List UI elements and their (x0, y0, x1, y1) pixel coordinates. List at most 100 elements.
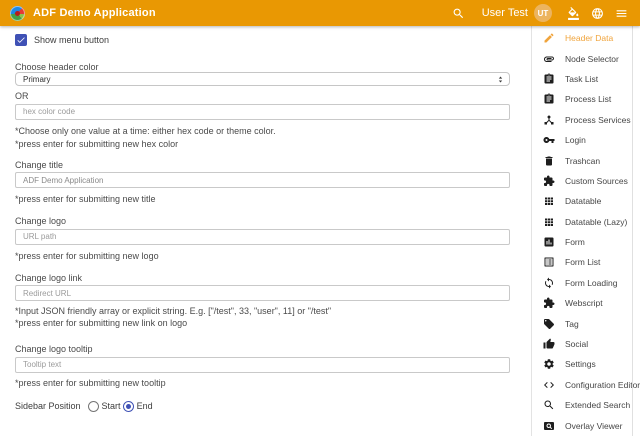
assignment-icon (543, 73, 555, 85)
sidebar-item-datatable-lazy[interactable]: Datatable (Lazy) (532, 212, 640, 232)
change-logo-link-label: Change logo link (15, 273, 510, 283)
select-stepper-icon (496, 74, 505, 85)
change-logo-label: Change logo (15, 216, 510, 226)
show-menu-checkbox[interactable] (15, 34, 27, 46)
sidebar-item-label: Form List (565, 257, 600, 267)
or-label: OR (15, 91, 510, 101)
settings-icon (543, 358, 555, 370)
hint-submit-title: *press enter for submitting new title (15, 194, 510, 204)
sidebar-position-end-label: End (137, 401, 153, 411)
view-module-icon (543, 195, 555, 207)
sidebar-item-label: Process List (565, 94, 611, 104)
sidebar-menu: Header Data Node Selector Task List Process… (531, 26, 640, 436)
assignment-icon (543, 93, 555, 105)
theme-color-fill-icon[interactable] (567, 7, 580, 20)
sidebar-item-form[interactable]: Form (532, 232, 640, 252)
sidebar-item-configuration-editor[interactable]: Configuration Editor (532, 375, 640, 395)
sidebar-item-extended-search[interactable]: Extended Search (532, 395, 640, 415)
app-logo-icon (10, 6, 25, 21)
delete-icon (543, 155, 555, 167)
app-window: ADF Demo Application User Test UT Show m… (0, 0, 640, 436)
search-icon[interactable] (452, 7, 465, 20)
sidebar-item-label: Social (565, 339, 588, 349)
change-logo-tooltip-input[interactable] (15, 357, 510, 373)
hint-one-value: *Choose only one value at a time: either… (15, 126, 510, 136)
edit-icon (543, 32, 555, 44)
hint-submit-link: *press enter for submitting new link on … (15, 318, 510, 328)
hint-submit-hex: *press enter for submitting new hex colo… (15, 139, 510, 149)
app-title: ADF Demo Application (33, 7, 156, 19)
sidebar-item-social[interactable]: Social (532, 334, 640, 354)
sidebar-item-label: Tag (565, 319, 579, 329)
sidebar-item-datatable[interactable]: Datatable (532, 191, 640, 211)
user-name: User Test (482, 7, 528, 19)
sidebar-item-trashcan[interactable]: Trashcan (532, 150, 640, 170)
sidebar-item-form-list[interactable]: Form List (532, 252, 640, 272)
sidebar-item-header-data[interactable]: Header Data (532, 28, 640, 48)
sidebar-position-start-label: Start (102, 401, 121, 411)
sidebar-item-label: Datatable (565, 196, 601, 206)
sidebar-item-custom-sources[interactable]: Custom Sources (532, 171, 640, 191)
code-icon (543, 379, 555, 391)
avatar[interactable]: UT (534, 4, 552, 22)
header-color-select[interactable]: Primary (15, 72, 510, 86)
poll-icon (543, 236, 555, 248)
sidebar-position-start-radio[interactable] (88, 401, 99, 412)
sidebar-position-label: Sidebar Position (15, 401, 81, 411)
sidebar-item-overlay-viewer[interactable]: Overlay Viewer (532, 415, 640, 435)
sidebar-item-process-services[interactable]: Process Services (532, 110, 640, 130)
sidebar-item-label: Overlay Viewer (565, 421, 622, 431)
sidebar-item-tag[interactable]: Tag (532, 313, 640, 333)
device-hub-icon (543, 114, 555, 126)
sidebar-item-label: Task List (565, 74, 598, 84)
sidebar-item-label: Login (565, 135, 586, 145)
sidebar-item-node-selector[interactable]: Node Selector (532, 48, 640, 68)
change-logo-tooltip-label: Change logo tooltip (15, 344, 510, 354)
loop-icon (543, 277, 555, 289)
hamburger-menu-icon[interactable] (615, 7, 628, 20)
sidebar-item-label: Settings (565, 359, 596, 369)
sidebar-item-label: Webscript (565, 298, 603, 308)
sidebar-item-label: Extended Search (565, 400, 630, 410)
sidebar-item-label: Node Selector (565, 54, 619, 64)
sidebar-item-label: Form Loading (565, 278, 617, 288)
sidebar-item-form-loading[interactable]: Form Loading (532, 273, 640, 293)
sidebar-item-login[interactable]: Login (532, 130, 640, 150)
sidebar-scrollbar[interactable] (632, 26, 633, 436)
language-globe-icon[interactable] (591, 7, 604, 20)
sidebar-position-row: Sidebar Position Start End (15, 400, 510, 413)
sidebar-item-process-list[interactable]: Process List (532, 89, 640, 109)
header-color-label: Choose header color (15, 62, 510, 72)
extension-icon (543, 297, 555, 309)
change-title-input[interactable] (15, 172, 510, 188)
thumb-up-icon (543, 338, 555, 350)
app-header: ADF Demo Application User Test UT (0, 0, 640, 26)
hint-submit-logo: *press enter for submitting new logo (15, 251, 510, 261)
list-alt-icon (543, 256, 555, 268)
pageview-icon (543, 420, 555, 432)
search-icon (543, 399, 555, 411)
change-logo-input[interactable] (15, 229, 510, 245)
local-offer-icon (543, 318, 555, 330)
extension-icon (543, 175, 555, 187)
sidebar-position-end-radio[interactable] (123, 401, 134, 412)
check-icon (16, 35, 26, 45)
change-title-label: Change title (15, 160, 510, 170)
sidebar-item-label: Form (565, 237, 585, 247)
sidebar-item-label: Datatable (Lazy) (565, 217, 627, 227)
app-body: Show menu button Choose header color Pri… (0, 26, 640, 436)
sidebar-item-task-list[interactable]: Task List (532, 69, 640, 89)
vpn-key-icon (543, 134, 555, 146)
hex-color-input[interactable] (15, 104, 510, 120)
sidebar-item-label: Process Services (565, 115, 631, 125)
sidebar-item-label: Configuration Editor (565, 380, 640, 390)
view-module-icon (543, 216, 555, 228)
sidebar-item-settings[interactable]: Settings (532, 354, 640, 374)
sidebar-item-webscript[interactable]: Webscript (532, 293, 640, 313)
show-menu-label: Show menu button (34, 35, 109, 45)
show-menu-row: Show menu button (15, 34, 510, 46)
sidebar-item-label: Custom Sources (565, 176, 628, 186)
hint-link-format: *Input JSON friendly array or explicit s… (15, 306, 510, 316)
header-color-selected-value: Primary (23, 75, 51, 84)
change-logo-link-input[interactable] (15, 285, 510, 301)
